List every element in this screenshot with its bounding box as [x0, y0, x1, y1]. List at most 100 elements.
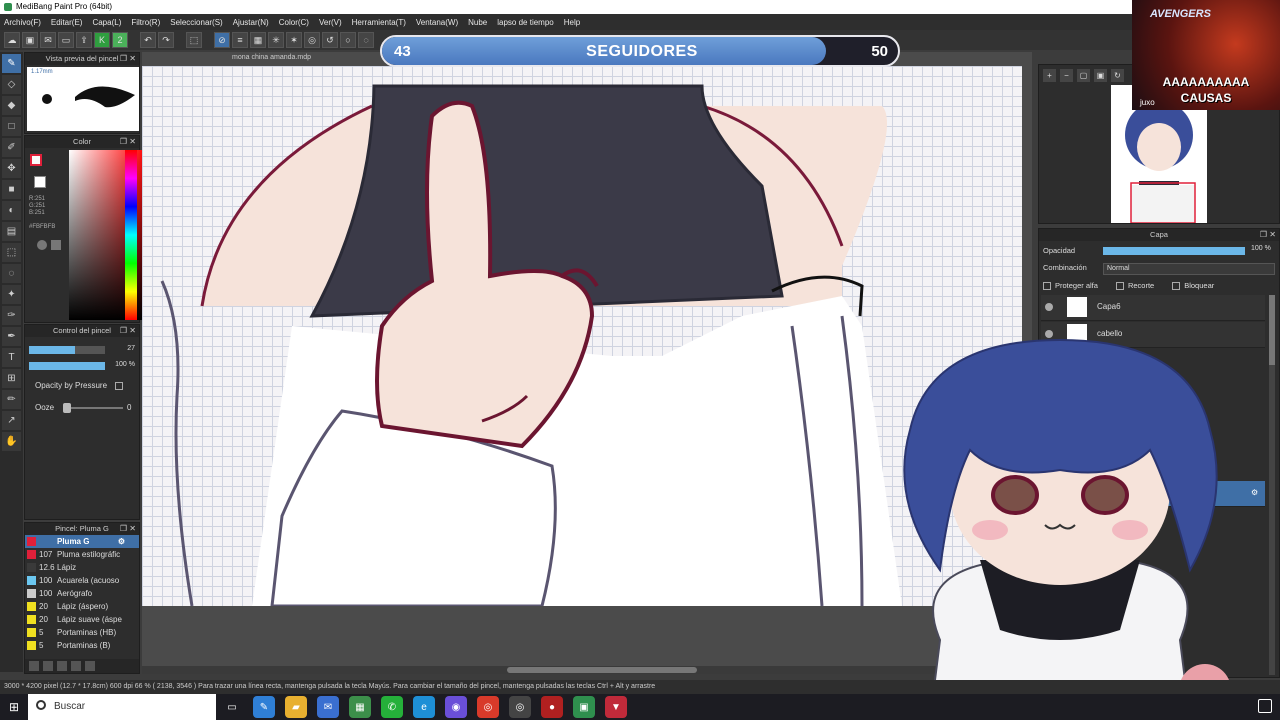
brush-size-slider[interactable]: 27 — [29, 345, 137, 355]
brush-list-item[interactable]: Pluma G ⚙ — [25, 535, 139, 548]
green-k-icon[interactable]: K — [94, 32, 110, 48]
fit-icon[interactable]: ▢ — [1077, 69, 1090, 82]
mail-icon[interactable]: ✉ — [317, 696, 339, 718]
store-icon[interactable]: ▦ — [349, 696, 371, 718]
scrollbar-thumb[interactable] — [1269, 295, 1275, 365]
chrome-icon[interactable]: ◎ — [477, 696, 499, 718]
snap-vanishing-icon[interactable]: ✶ — [286, 32, 302, 48]
menu-seleccionar[interactable]: Seleccionar(S) — [170, 18, 222, 27]
eraser-tool-icon[interactable]: ◇ — [2, 75, 21, 94]
file-explorer-icon[interactable]: ▰ — [285, 696, 307, 718]
select-eraser-tool-icon[interactable]: ✒ — [2, 327, 21, 346]
chat-icon[interactable]: ✉ — [40, 32, 56, 48]
menu-editar[interactable]: Editar(E) — [51, 18, 83, 27]
menu-nube[interactable]: Nube — [468, 18, 487, 27]
brush-tool-icon[interactable]: ✎ — [2, 54, 21, 73]
edge-icon[interactable]: e — [413, 696, 435, 718]
palette-icon[interactable] — [37, 240, 47, 250]
share-icon[interactable]: ⇪ — [76, 32, 92, 48]
redo-icon[interactable]: ↷ — [158, 32, 174, 48]
menu-help[interactable]: Help — [564, 18, 580, 27]
hand-tool-icon[interactable]: ✋ — [2, 432, 21, 451]
clipping-checkbox[interactable] — [1115, 282, 1124, 291]
obs-icon[interactable]: ● — [541, 696, 563, 718]
background-color-swatch[interactable] — [34, 176, 46, 188]
menu-archivo[interactable]: Archivo(F) — [4, 18, 41, 27]
green-2-icon[interactable]: 2 — [112, 32, 128, 48]
bucket-tool-icon[interactable]: ◐ — [2, 201, 21, 220]
menu-ventana[interactable]: Ventana(W) — [416, 18, 458, 27]
move-tool-icon[interactable]: ✥ — [2, 159, 21, 178]
close-icon[interactable]: ✕ — [129, 523, 136, 535]
notification-icon[interactable] — [1258, 699, 1272, 713]
brush-opacity-slider[interactable]: 100 % — [29, 361, 137, 371]
gear-icon[interactable]: ⚙ — [118, 535, 125, 548]
layer-settings-icon[interactable]: ⚙ — [1251, 488, 1258, 497]
brush-settings-icon[interactable] — [43, 661, 53, 671]
snap-crisscross-icon[interactable]: ✳ — [268, 32, 284, 48]
menu-herramienta[interactable]: Herramienta(T) — [352, 18, 406, 27]
select-tool-icon[interactable]: ⬚ — [2, 243, 21, 262]
text-tool-icon[interactable]: T — [2, 348, 21, 367]
save-icon[interactable]: ▣ — [22, 32, 38, 48]
taskbar-search-input[interactable]: Buscar — [28, 694, 216, 720]
brush-list-item[interactable]: 12.6 Lápiz — [25, 561, 139, 574]
layer-row-capa6[interactable]: Capa6 — [1041, 295, 1265, 321]
snap-off-icon[interactable]: ⊘ — [214, 32, 230, 48]
layer-opacity-slider[interactable] — [1103, 247, 1245, 255]
menu-filtro[interactable]: Filtro(R) — [131, 18, 160, 27]
menu-color[interactable]: Color(C) — [279, 18, 309, 27]
protect-alpha-checkbox[interactable] — [1043, 282, 1051, 291]
cloud-icon[interactable]: ☁ — [4, 32, 20, 48]
brush-copy-icon[interactable] — [57, 661, 67, 671]
menu-lapso[interactable]: lapso de tiempo — [497, 18, 553, 27]
pen-tool-icon[interactable]: ✐ — [2, 138, 21, 157]
magic-wand-tool-icon[interactable]: ✦ — [2, 285, 21, 304]
color-hue-slider[interactable] — [125, 150, 137, 320]
brush-folder-icon[interactable] — [85, 661, 95, 671]
vtube-icon[interactable]: ▼ — [605, 696, 627, 718]
snap-circle-icon[interactable]: ○ — [340, 32, 356, 48]
zoom-in-icon[interactable]: + — [1043, 69, 1056, 82]
add-brush-icon[interactable] — [29, 661, 39, 671]
actual-size-icon[interactable]: ▣ — [1094, 69, 1107, 82]
snap-ellipse-icon[interactable]: ◌ — [358, 32, 374, 48]
select-pen-tool-icon[interactable]: ✑ — [2, 306, 21, 325]
snap-curve-icon[interactable]: ↺ — [322, 32, 338, 48]
brush-list-item[interactable]: 5 Portaminas (B) — [25, 639, 139, 652]
protect-alpha-option[interactable]: Proteger alfa — [1043, 281, 1098, 291]
brush-list-item[interactable]: 100 Aerógrafo — [25, 587, 139, 600]
brush-list-item[interactable]: 107 Pluma estilográfic — [25, 548, 139, 561]
pin-icon[interactable]: ❐ — [120, 136, 127, 148]
opacity-by-pressure-checkbox[interactable] — [115, 381, 124, 390]
rect-tool-icon[interactable]: □ — [2, 117, 21, 136]
monitor-icon[interactable]: ▭ — [58, 32, 74, 48]
close-icon[interactable]: ✕ — [129, 136, 136, 148]
lock-option[interactable]: Bloquear — [1172, 281, 1214, 291]
discord-icon[interactable]: ◉ — [445, 696, 467, 718]
snap-grid-icon[interactable]: ▦ — [250, 32, 266, 48]
select-all-icon[interactable]: ⬚ — [186, 32, 202, 48]
snap-radial-icon[interactable]: ◎ — [304, 32, 320, 48]
pin-icon[interactable]: ❐ — [120, 53, 127, 65]
zoom-out-icon[interactable]: − — [1060, 69, 1073, 82]
gradient-tool-icon[interactable]: ▤ — [2, 222, 21, 241]
snap-parallel-icon[interactable]: ≡ — [232, 32, 248, 48]
clipping-option[interactable]: Recorte — [1115, 281, 1154, 291]
layer-blend-select[interactable]: Normal — [1103, 263, 1275, 275]
document-tab[interactable]: mona china amanda.mdp — [232, 54, 311, 61]
medibang-icon[interactable]: ▣ — [573, 696, 595, 718]
brush-delete-icon[interactable] — [71, 661, 81, 671]
chrome-profile-icon[interactable]: ◎ — [509, 696, 531, 718]
scrollbar-thumb[interactable] — [507, 667, 697, 673]
fill-rect-tool-icon[interactable]: ■ — [2, 180, 21, 199]
eye-icon[interactable] — [1045, 303, 1053, 311]
brush-list-item[interactable]: 20 Lápiz (áspero) — [25, 600, 139, 613]
layer-scrollbar[interactable] — [1269, 295, 1275, 675]
lock-checkbox[interactable] — [1172, 282, 1181, 291]
close-icon[interactable]: ✕ — [129, 53, 136, 65]
menu-capa[interactable]: Capa(L) — [92, 18, 121, 27]
undo-icon[interactable]: ↶ — [140, 32, 156, 48]
brush-list-item[interactable]: 100 Acuarela (acuoso — [25, 574, 139, 587]
pen-app-icon[interactable]: ✎ — [253, 696, 275, 718]
